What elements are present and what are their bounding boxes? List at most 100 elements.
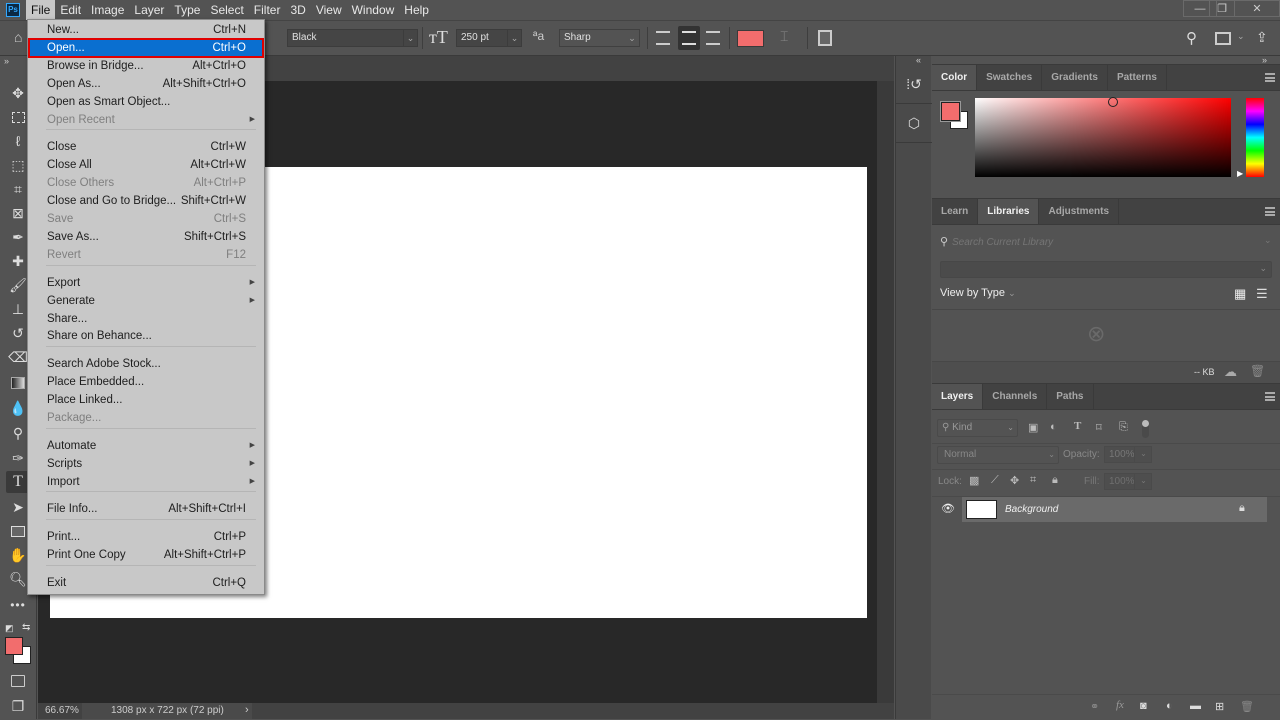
chevron-right-icon[interactable]: ›: [245, 704, 249, 716]
history-panel-icon[interactable]: ⁞↺: [896, 66, 932, 104]
align-left-icon[interactable]: [656, 31, 670, 45]
tab-libraries[interactable]: Libraries: [978, 199, 1040, 224]
screen-mode-icon[interactable]: ❐: [6, 695, 30, 717]
file-menu-item-save-as[interactable]: Save As... Shift+Ctrl+S: [29, 228, 263, 246]
file-menu-item-new[interactable]: New... Ctrl+N: [29, 21, 263, 39]
tab-channels[interactable]: Channels: [983, 384, 1048, 409]
cloud-sync-icon[interactable]: ☁: [1224, 364, 1237, 380]
file-menu-item-place-embedded[interactable]: Place Embedded...: [29, 373, 263, 391]
home-icon[interactable]: ⌂: [14, 29, 22, 45]
chevron-down-icon[interactable]: ⌄: [1134, 473, 1152, 490]
menu-image[interactable]: Image: [86, 0, 129, 20]
add-mask-icon[interactable]: ◙: [1140, 700, 1147, 712]
file-menu-item-file-info[interactable]: File Info... Alt+Shift+Ctrl+I: [29, 500, 263, 518]
swap-colors-icon[interactable]: ⇆: [22, 622, 30, 633]
text-color-swatch[interactable]: [737, 30, 764, 47]
file-menu-item-search-adobe-stock[interactable]: Search Adobe Stock...: [29, 355, 263, 373]
menu-select[interactable]: Select: [205, 0, 248, 20]
chevron-down-icon[interactable]: ⌄: [1237, 31, 1245, 42]
tab-color[interactable]: Color: [932, 65, 978, 90]
lock-position-icon[interactable]: ✥: [1010, 474, 1019, 487]
file-menu-item-generate[interactable]: Generate ▶: [29, 292, 263, 310]
delete-layer-icon[interactable]: 🗑︎: [1240, 700, 1254, 713]
tab-learn[interactable]: Learn: [932, 199, 979, 224]
foreground-color-swatch[interactable]: [940, 101, 961, 122]
quick-mask-icon[interactable]: [6, 670, 30, 692]
chevron-down-icon[interactable]: ⌄: [1134, 446, 1152, 463]
file-menu-item-print-one-copy[interactable]: Print One Copy Alt+Shift+Ctrl+P: [29, 546, 263, 564]
tab-gradients[interactable]: Gradients: [1042, 65, 1108, 90]
file-menu-item-exit[interactable]: Exit Ctrl+Q: [29, 574, 263, 592]
pixel-layer-filter-icon[interactable]: ▣: [1028, 421, 1038, 434]
view-by-type-dropdown[interactable]: View by Type ⌄: [940, 287, 1016, 299]
foreground-color-swatch[interactable]: [5, 637, 23, 655]
new-group-icon[interactable]: ▬: [1190, 700, 1201, 712]
3d-panel-icon[interactable]: ⬡: [896, 105, 932, 143]
smart-object-filter-icon[interactable]: ⎘: [1119, 421, 1128, 434]
file-menu-item-close-and-go-to-bridge[interactable]: Close and Go to Bridge... Shift+Ctrl+W: [29, 192, 263, 210]
character-panel-icon[interactable]: [818, 30, 832, 46]
menu-type[interactable]: Type: [169, 0, 205, 20]
file-menu-item-print[interactable]: Print... Ctrl+P: [29, 528, 263, 546]
new-adjustment-layer-icon[interactable]: ◐: [1166, 700, 1173, 712]
align-center-button[interactable]: [678, 26, 700, 50]
file-menu-item-open[interactable]: Open... Ctrl+O: [28, 38, 264, 58]
eye-icon[interactable]: 👁︎: [941, 502, 955, 515]
file-menu-item-automate[interactable]: Automate ▶: [29, 437, 263, 455]
menu-help[interactable]: Help: [399, 0, 434, 20]
file-menu-item-share-on-behance[interactable]: Share on Behance...: [29, 327, 263, 345]
menu-edit[interactable]: Edit: [55, 0, 86, 20]
lock-transparent-icon[interactable]: ▩: [969, 474, 979, 487]
lock-image-icon[interactable]: ⟋: [991, 474, 999, 487]
antialias-select[interactable]: Sharp ⌄: [559, 29, 640, 47]
hue-slider[interactable]: [1246, 98, 1264, 177]
expand-icon[interactable]: «: [916, 55, 921, 65]
blend-mode-select[interactable]: Normal ⌄: [937, 446, 1059, 464]
library-search-input[interactable]: [952, 234, 1252, 250]
menu-file[interactable]: File: [26, 0, 56, 20]
search-icon[interactable]: ⚲: [1186, 29, 1197, 47]
restore-button[interactable]: ❐: [1209, 0, 1235, 17]
tab-patterns[interactable]: Patterns: [1108, 65, 1167, 90]
zoom-level[interactable]: 66.67%: [45, 705, 79, 716]
menu-3d[interactable]: 3D: [285, 0, 310, 20]
new-layer-icon[interactable]: ⊞: [1215, 700, 1224, 713]
close-button[interactable]: ✕: [1234, 0, 1280, 17]
hue-slider-handle[interactable]: ▶: [1237, 169, 1243, 178]
file-menu-item-close-all[interactable]: Close All Alt+Ctrl+W: [29, 156, 263, 174]
type-layer-filter-icon[interactable]: T: [1074, 420, 1081, 432]
file-menu-item-close[interactable]: Close Ctrl+W: [29, 138, 263, 156]
library-select[interactable]: ⌄: [940, 261, 1272, 278]
font-style-select[interactable]: Black ⌄: [287, 29, 418, 47]
layer-row[interactable]: 👁︎ Background 🔒︎: [932, 497, 1280, 522]
color-field[interactable]: [975, 97, 1231, 177]
tab-adjustments[interactable]: Adjustments: [1039, 199, 1120, 224]
file-menu-item-browse-in-bridge[interactable]: Browse in Bridge... Alt+Ctrl+O: [29, 57, 263, 75]
collapse-icon[interactable]: »: [4, 56, 9, 66]
trash-icon[interactable]: 🗑︎: [1250, 364, 1265, 378]
tab-paths[interactable]: Paths: [1047, 384, 1094, 409]
tab-layers[interactable]: Layers: [932, 384, 984, 409]
lock-all-icon[interactable]: 🔒︎: [1052, 474, 1058, 487]
menu-view[interactable]: View: [311, 0, 347, 20]
list-view-icon[interactable]: ☰: [1256, 286, 1268, 302]
file-menu-item-open-as[interactable]: Open As... Alt+Shift+Ctrl+O: [29, 75, 263, 93]
grid-view-icon[interactable]: ▦: [1234, 287, 1250, 301]
filter-toggle[interactable]: [1142, 420, 1149, 438]
tab-swatches[interactable]: Swatches: [977, 65, 1043, 90]
more-tools-icon[interactable]: •••: [6, 594, 30, 616]
panel-menu-icon[interactable]: [1265, 392, 1275, 401]
layer-filter-kind-select[interactable]: ⚲ Kind ⌄: [937, 419, 1018, 437]
layer-style-icon[interactable]: fx: [1116, 699, 1124, 711]
layer-name[interactable]: Background: [1005, 504, 1058, 515]
font-size-select[interactable]: 250 pt ⌄: [456, 29, 522, 47]
color-picker-cursor[interactable]: [1108, 97, 1118, 107]
warp-text-icon[interactable]: ⌶: [780, 28, 788, 45]
vertical-scrollbar[interactable]: [877, 81, 894, 703]
default-colors-icon[interactable]: ◩: [5, 623, 14, 634]
menu-layer[interactable]: Layer: [129, 0, 169, 20]
share-icon[interactable]: ⇪: [1256, 29, 1268, 46]
file-menu-item-share[interactable]: Share...: [29, 310, 263, 328]
lock-artboard-icon[interactable]: ⌗: [1030, 474, 1036, 487]
file-menu-item-import[interactable]: Import ▶: [29, 473, 263, 491]
